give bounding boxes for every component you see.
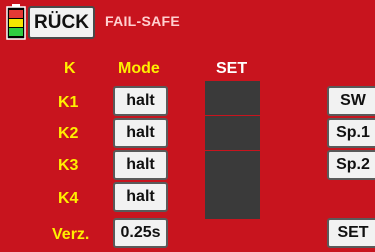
mode-button-k2[interactable]: halt xyxy=(113,118,168,148)
column-header-set: SET xyxy=(216,60,248,77)
sp2-button[interactable]: Sp.2 xyxy=(327,150,375,180)
set-cell-k1[interactable] xyxy=(205,81,260,115)
battery-icon xyxy=(6,4,26,40)
mode-button-k3[interactable]: halt xyxy=(113,150,168,180)
set-button[interactable]: SET xyxy=(327,218,375,248)
channel-label-k3: K3 xyxy=(58,157,79,174)
sp1-button[interactable]: Sp.1 xyxy=(327,118,375,148)
delay-value-button[interactable]: 0.25s xyxy=(113,218,168,248)
back-button[interactable]: RÜCK xyxy=(28,6,95,39)
column-header-k: K xyxy=(64,60,76,77)
column-header-mode: Mode xyxy=(118,60,160,77)
channel-label-k1: K1 xyxy=(58,94,79,111)
delay-label: Verz. xyxy=(52,226,90,243)
sw-button[interactable]: SW xyxy=(327,86,375,116)
channel-label-k2: K2 xyxy=(58,125,79,142)
set-cell-k3[interactable] xyxy=(205,151,260,185)
screen-title: FAIL-SAFE xyxy=(105,13,181,29)
mode-button-k1[interactable]: halt xyxy=(113,86,168,116)
set-cell-k4[interactable] xyxy=(205,185,260,219)
mode-button-k4[interactable]: halt xyxy=(113,182,168,212)
set-cell-k2[interactable] xyxy=(205,116,260,150)
channel-label-k4: K4 xyxy=(58,190,79,207)
